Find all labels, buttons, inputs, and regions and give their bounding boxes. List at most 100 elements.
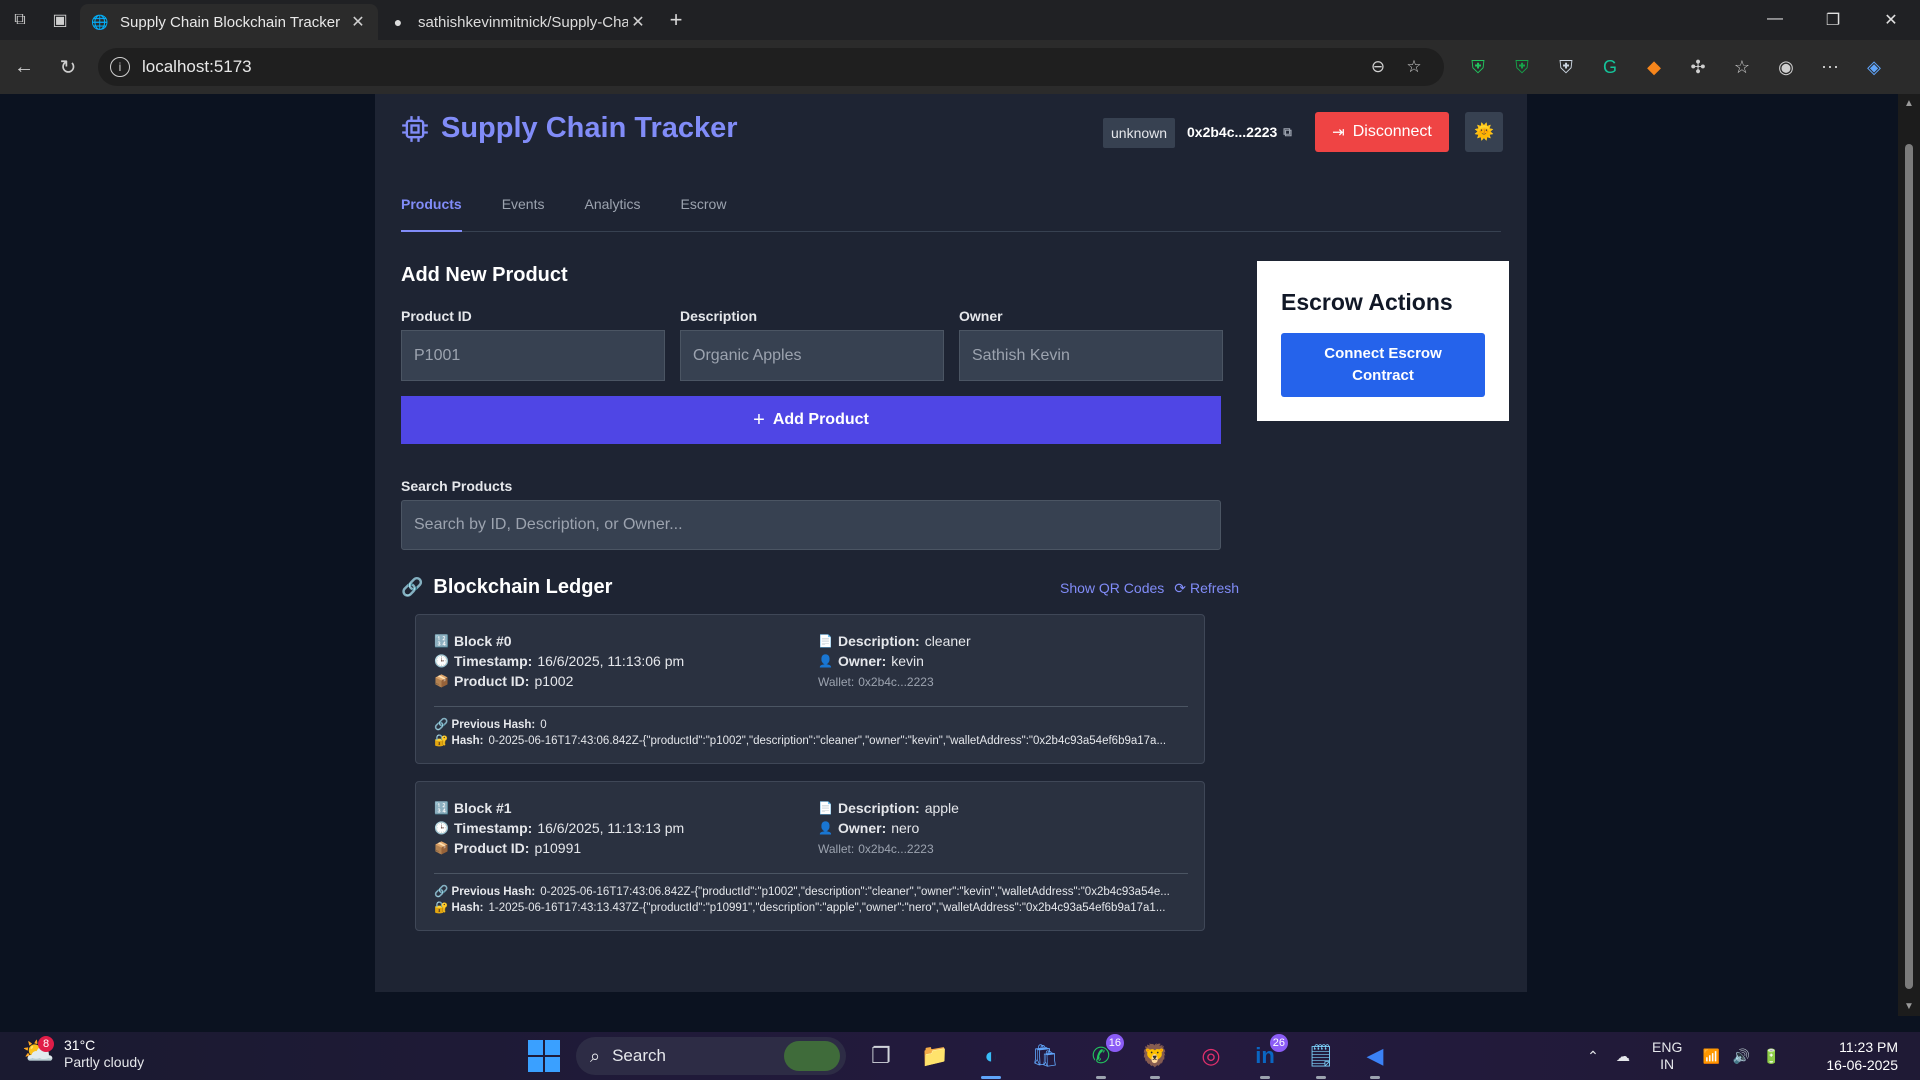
previous-hash-row: 🔗 Previous Hash: 0-2025-06-16T17:43:06.84…	[434, 884, 1188, 898]
profile-avatar-icon[interactable]: ◉	[1764, 57, 1808, 78]
scroll-down-icon[interactable]: ▼	[1898, 1001, 1920, 1012]
volume-icon[interactable]: 🔊	[1726, 1048, 1756, 1065]
lock-icon: 🔐	[434, 902, 449, 914]
favorite-star-icon[interactable]: ☆	[1396, 57, 1432, 77]
product-id-label: Product ID	[401, 308, 472, 324]
link-icon: 🔗	[434, 886, 449, 898]
page-viewport: Supply Chain Tracker unknown 0x2b4c...22…	[5, 94, 1898, 1016]
wifi-icon[interactable]: 📶	[1696, 1048, 1726, 1065]
reload-icon[interactable]: ↻	[46, 45, 90, 89]
task-view-icon[interactable]: ❐	[862, 1038, 900, 1074]
timestamp-value: 16/6/2025, 11:13:13 pm	[537, 820, 685, 836]
workspaces-icon[interactable]: ⧉	[0, 0, 40, 40]
product-id-label: Product ID:	[454, 840, 530, 856]
main-tabs: Products Events Analytics Escrow	[401, 194, 1501, 232]
edge-browser-icon[interactable]: ◐	[972, 1038, 1010, 1079]
timestamp-label: Timestamp:	[454, 820, 533, 836]
refresh-icon[interactable]: ⟳	[1174, 580, 1186, 597]
onedrive-icon[interactable]: ☁	[1608, 1048, 1638, 1065]
page-scrollbar[interactable]: ▲ ▼	[1898, 94, 1920, 1016]
description-label: Description	[680, 308, 758, 324]
vertical-tabs-icon[interactable]: ▣	[40, 0, 80, 40]
disconnect-button[interactable]: ⇥ Disconnect	[1315, 112, 1449, 152]
metamask-icon[interactable]: ◆	[1632, 57, 1676, 78]
scrollbar-thumb[interactable]	[1905, 144, 1913, 989]
app-title: Supply Chain Tracker	[441, 112, 738, 144]
tab-analytics[interactable]: Analytics	[585, 194, 641, 232]
url-text: localhost:5173	[142, 57, 252, 76]
zoom-icon[interactable]: ⊖	[1360, 57, 1396, 77]
add-product-button[interactable]: + Add Product	[401, 396, 1221, 444]
site-info-icon[interactable]: i	[110, 57, 130, 77]
ledger-block: 🔢 Block #0 🕒 Timestamp: 16/6/2025, 11:13:06…	[415, 614, 1205, 764]
adguard-extension-icon[interactable]: ⛨	[1500, 57, 1544, 78]
network-badge: unknown	[1103, 118, 1176, 148]
search-products-input[interactable]: Search by ID, Description, or Owner...	[401, 500, 1221, 550]
owner-value: kevin	[891, 653, 924, 669]
privacy-extension-icon[interactable]: ⛨	[1544, 57, 1588, 78]
clock-time: 11:23 PM	[1839, 1039, 1898, 1055]
scroll-up-icon[interactable]: ▲	[1898, 98, 1920, 109]
refresh-link[interactable]: Refresh	[1190, 580, 1239, 597]
clock[interactable]: 11:23 PM 16-06-2025	[1810, 1038, 1898, 1074]
description-input[interactable]: Organic Apples	[680, 330, 944, 381]
shield-extension-icon[interactable]: ⛨	[1456, 57, 1500, 78]
hash-row: 🔐 Hash: 1-2025-06-16T17:43:13.437Z-{"prod…	[434, 900, 1188, 914]
extensions-puzzle-icon[interactable]: ✣	[1676, 57, 1720, 78]
linkedin-icon[interactable]: in 26	[1246, 1034, 1288, 1079]
restore-icon[interactable]: ❐	[1804, 10, 1862, 30]
description-value: cleaner	[924, 633, 971, 649]
taskbar-search[interactable]: ⌕ Search	[576, 1037, 846, 1075]
tab-escrow[interactable]: Escrow	[681, 194, 727, 232]
show-hidden-icons-icon[interactable]: ⌃	[1578, 1048, 1608, 1065]
ledger-title-text: Blockchain Ledger	[433, 576, 613, 598]
owner-input[interactable]: Sathish Kevin	[959, 330, 1223, 381]
connect-escrow-button[interactable]: Connect Escrow Contract	[1281, 333, 1485, 397]
description-value: apple	[924, 800, 959, 816]
search-highlight-icon	[784, 1041, 840, 1071]
microsoft-store-icon[interactable]: 🛍	[1026, 1038, 1064, 1074]
copy-icon[interactable]: ⧉	[1283, 125, 1292, 140]
partly-cloudy-icon: ⛅ 8	[22, 1036, 55, 1066]
whatsapp-icon[interactable]: ✆ 16	[1082, 1034, 1124, 1079]
close-tab-icon[interactable]: ✕	[628, 12, 648, 32]
previous-hash-label: Previous Hash:	[451, 886, 536, 898]
link-icon: 🔗	[434, 719, 449, 731]
language-indicator[interactable]: ENG IN	[1652, 1039, 1682, 1074]
tab-events[interactable]: Events	[502, 194, 545, 232]
vscode-icon[interactable]: ◀	[1356, 1038, 1394, 1079]
more-menu-icon[interactable]: ⋯	[1808, 57, 1852, 78]
close-window-icon[interactable]: ✕	[1862, 10, 1920, 30]
battery-icon[interactable]: 🔋	[1756, 1048, 1786, 1065]
notepad-icon[interactable]: 🗒	[1302, 1038, 1340, 1079]
previous-hash-label: Previous Hash:	[451, 719, 536, 731]
wallet-address[interactable]: 0x2b4c...2223 ⧉	[1187, 124, 1292, 140]
tab-products[interactable]: Products	[401, 194, 462, 232]
weather-widget[interactable]: ⛅ 8 31°C Partly cloudy	[22, 1036, 144, 1072]
copilot-icon[interactable]: ◈	[1852, 57, 1896, 78]
close-tab-icon[interactable]: ✕	[348, 12, 368, 32]
browser-tab-active[interactable]: 🌐 Supply Chain Blockchain Tracker ✕	[80, 4, 378, 40]
brave-icon[interactable]: 🦁	[1136, 1038, 1174, 1079]
address-bar[interactable]: i localhost:5173 ⊖ ☆	[98, 48, 1444, 86]
wallet-label: Wallet:	[818, 842, 855, 856]
favorites-icon[interactable]: ☆	[1720, 57, 1764, 78]
product-id-input[interactable]: P1001	[401, 330, 665, 381]
previous-hash-value: 0	[540, 719, 547, 731]
browser-tab-github[interactable]: ● sathishkevinmitnick/Supply-Chain ✕	[378, 4, 658, 40]
tab-title: sathishkevinmitnick/Supply-Chain	[418, 13, 628, 31]
address-bar-row: ← ↻ i localhost:5173 ⊖ ☆ ⛨ ⛨ ⛨ G ◆ ✣ ☆ ◉…	[0, 40, 1920, 94]
show-qr-codes-link[interactable]: Show QR Codes	[1060, 580, 1164, 597]
new-tab-button[interactable]: +	[658, 7, 694, 33]
back-icon[interactable]: ←	[2, 45, 46, 89]
minimize-icon[interactable]: —	[1746, 10, 1804, 30]
system-tray: ⌃ ☁ ENG IN 📶 🔊 🔋	[1578, 1032, 1786, 1080]
windows-start-icon[interactable]	[528, 1040, 560, 1072]
theme-toggle-button[interactable]: 🌞	[1465, 112, 1503, 152]
whatsapp-badge: 16	[1105, 1034, 1124, 1052]
instagram-icon[interactable]: ◎	[1192, 1038, 1230, 1074]
grammarly-icon[interactable]: G	[1588, 57, 1632, 78]
weather-badge: 8	[38, 1036, 54, 1052]
block-number: Block #1	[454, 800, 512, 816]
file-explorer-icon[interactable]: 📁	[916, 1038, 954, 1074]
